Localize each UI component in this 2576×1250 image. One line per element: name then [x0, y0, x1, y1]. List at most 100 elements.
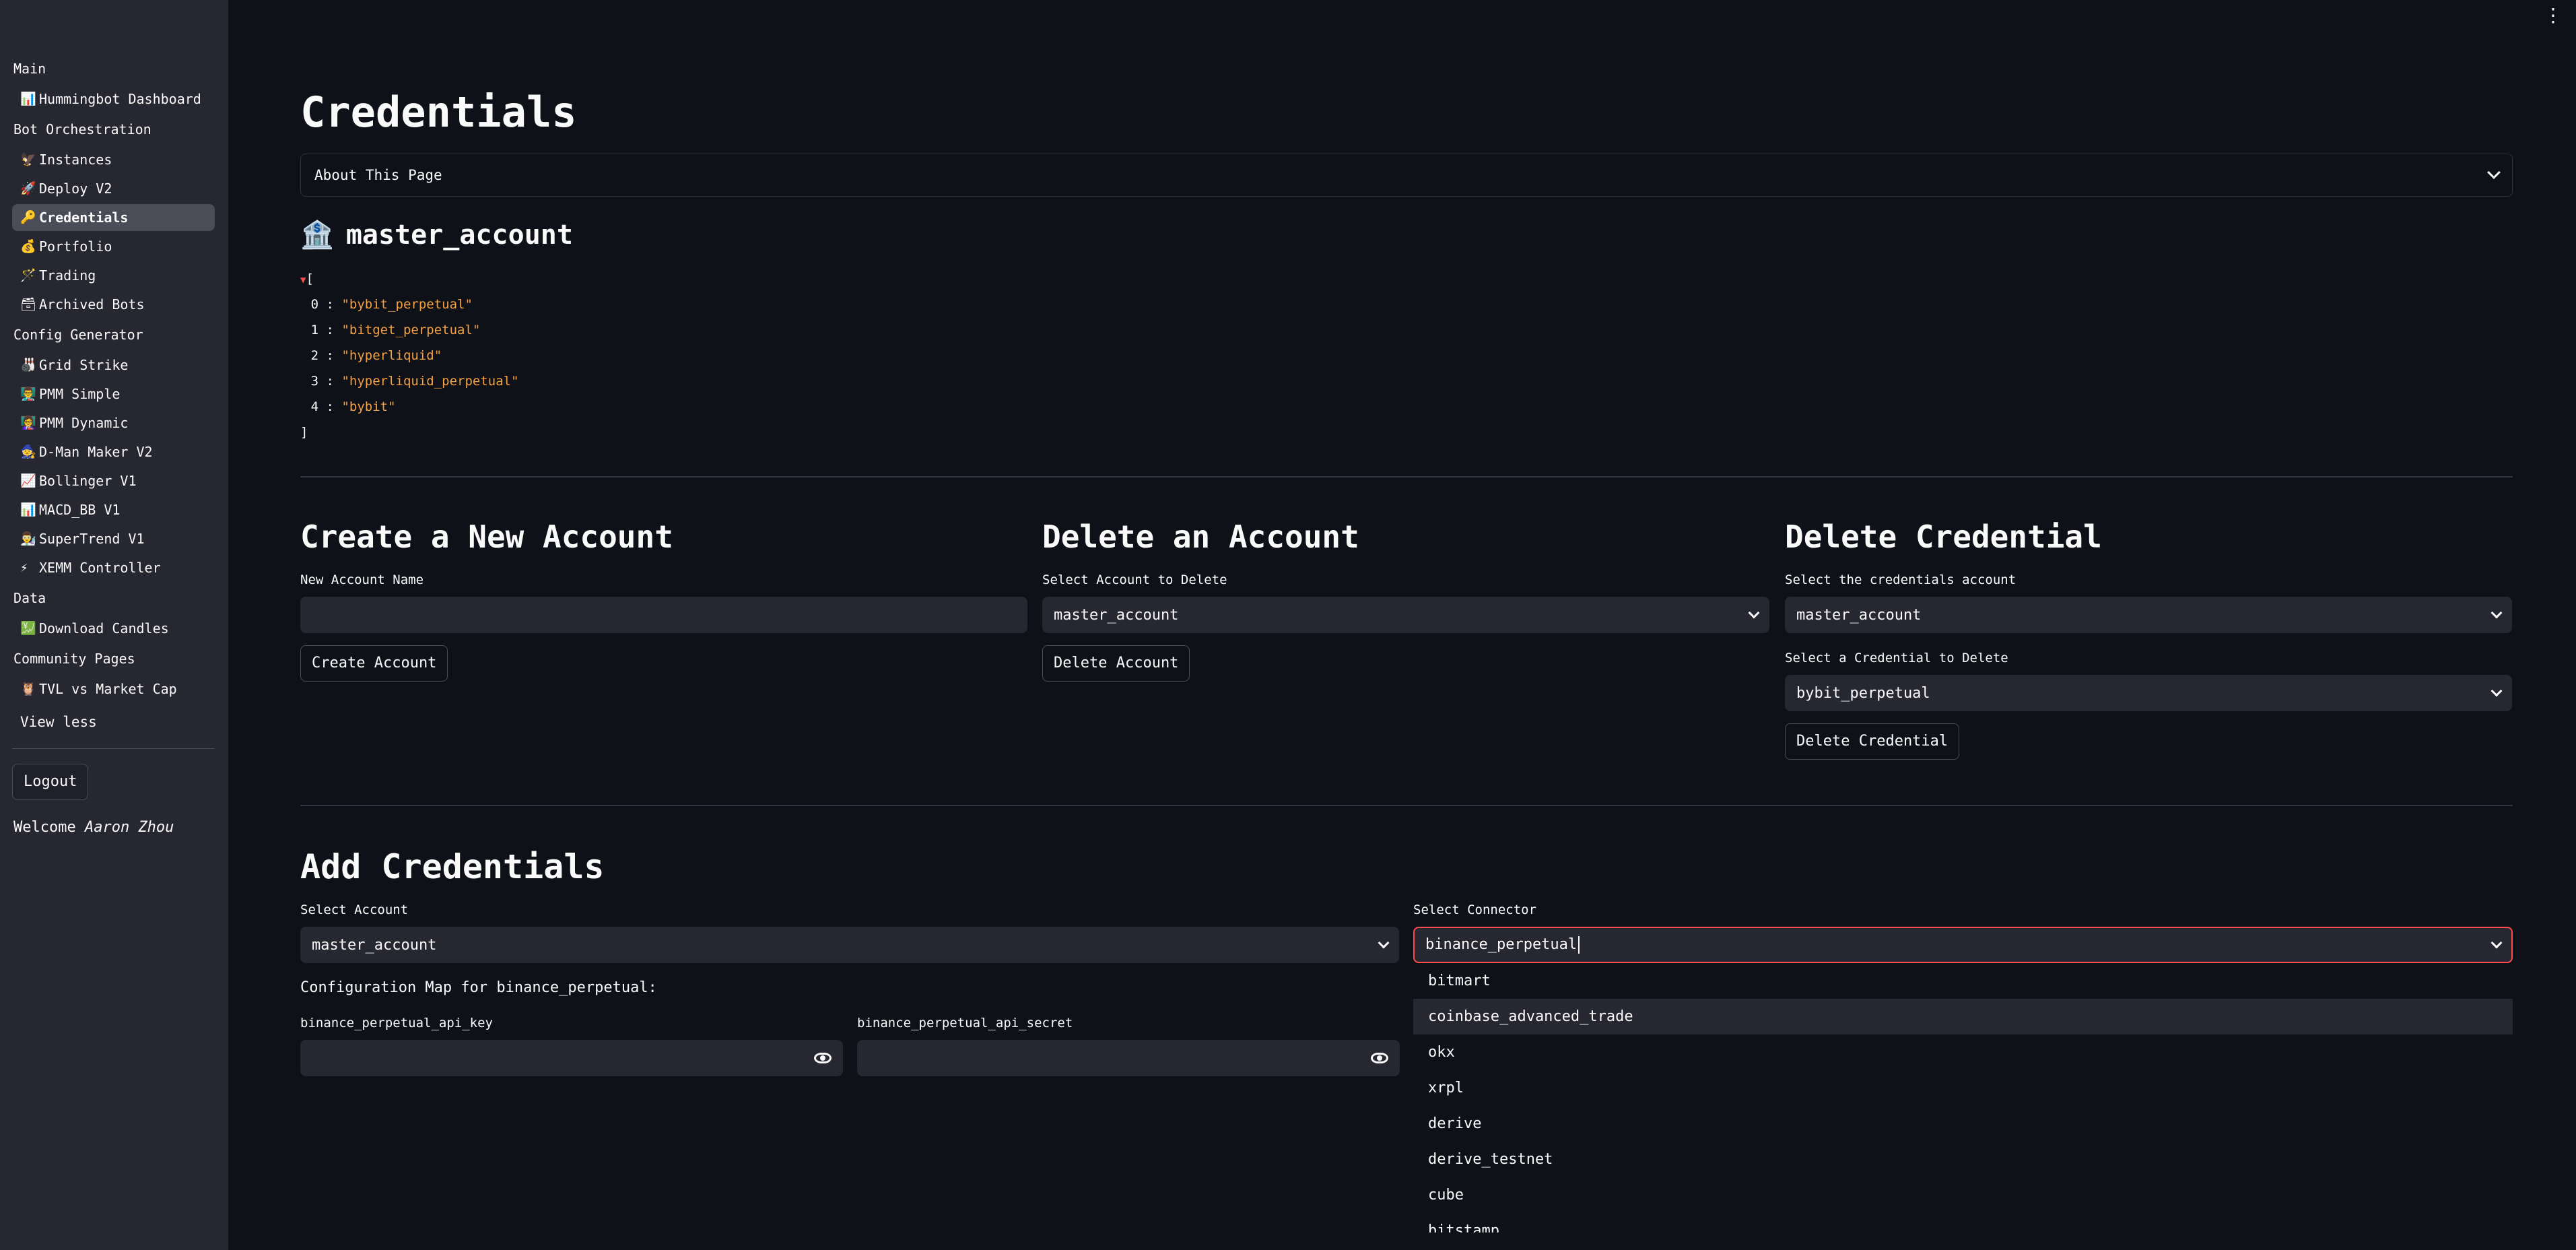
- sidebar-item-label: Grid Strike: [39, 357, 129, 373]
- sidebar-item-supertrend-v1[interactable]: 👨‍🔬 SuperTrend V1: [12, 525, 215, 552]
- dropdown-option[interactable]: cube: [1413, 1177, 2513, 1213]
- api-key-input[interactable]: [300, 1040, 843, 1076]
- sidebar-item-label: Trading: [39, 267, 96, 284]
- teacher-icon: 👩‍🏫: [20, 416, 36, 430]
- about-expander[interactable]: About This Page: [300, 154, 2513, 197]
- sidebar-item-hummingbot-dashboard[interactable]: 📊 Hummingbot Dashboard: [12, 86, 215, 112]
- sidebar-item-credentials[interactable]: 🔑 Credentials: [12, 204, 215, 231]
- delete-account-section: Delete an Account Select Account to Dele…: [1042, 519, 1769, 682]
- chart-up-icon: 📈: [20, 473, 36, 488]
- json-value: "bybit_perpetual": [341, 297, 473, 312]
- account-title: 🏦 master_account: [300, 219, 573, 251]
- sidebar-item-instances[interactable]: 🦅 Instances: [12, 146, 215, 173]
- select-connector-field: Select Connector binance_perpetual: [1413, 902, 2513, 963]
- eagle-icon: 🦅: [20, 152, 36, 167]
- create-account-button[interactable]: Create Account: [300, 645, 448, 682]
- chevron-down-icon: [2490, 937, 2503, 949]
- sidebar-item-xemm-controller[interactable]: ⚡ XEMM Controller: [12, 554, 215, 581]
- about-label: About This Page: [314, 167, 442, 183]
- sidebar-item-archived-bots[interactable]: 🗃 Archived Bots: [12, 291, 215, 318]
- sidebar-item-label: Download Candles: [39, 620, 169, 636]
- sidebar-item-label: XEMM Controller: [39, 560, 161, 576]
- delete-credential-button[interactable]: Delete Credential: [1785, 723, 1960, 760]
- sidebar-item-label: PMM Simple: [39, 386, 121, 402]
- delete-account-select[interactable]: master_account: [1042, 597, 1769, 633]
- sidebar-item-label: Hummingbot Dashboard: [39, 91, 201, 107]
- credential-delete-select[interactable]: bybit_perpetual: [1785, 675, 2512, 711]
- welcome-prefix: Welcome: [13, 819, 76, 836]
- delete-account-label: Select Account to Delete: [1042, 572, 1227, 587]
- sidebar-item-label: Portfolio: [39, 238, 112, 255]
- key-icon: 🔑: [20, 210, 36, 225]
- json-value: "hyperliquid_perpetual": [341, 374, 519, 389]
- dropdown-option[interactable]: xrpl: [1413, 1070, 2513, 1106]
- chevron-down-icon: [2490, 685, 2503, 697]
- page-title: Credentials: [300, 88, 577, 137]
- nav-section-main: Main 📊 Hummingbot Dashboard: [12, 54, 215, 112]
- select-account-select[interactable]: master_account: [300, 927, 1399, 963]
- select-account-field: Select Account master_account: [300, 902, 1399, 963]
- json-value: "bitget_perpetual": [341, 323, 481, 337]
- view-less-link[interactable]: View less: [12, 708, 215, 736]
- chart-icon: 📊: [20, 92, 36, 106]
- delete-account-value: master_account: [1054, 606, 1179, 624]
- sidebar-item-macd-bb-v1[interactable]: 📊 MACD_BB V1: [12, 496, 215, 523]
- nav-section-bot-orchestration: Bot Orchestration 🦅 Instances 🚀 Deploy V2 …: [12, 114, 215, 318]
- sidebar-item-trading[interactable]: 🪄 Trading: [12, 262, 215, 289]
- json-row: 1 : "bitget_perpetual": [300, 317, 519, 343]
- delete-credential-section: Delete Credential Select the credentials…: [1785, 519, 2512, 760]
- sidebar-item-grid-strike[interactable]: 🎳 Grid Strike: [12, 352, 215, 379]
- sidebar-item-download-candles[interactable]: 💹 Download Candles: [12, 615, 215, 642]
- text-caret: [1578, 936, 1580, 954]
- api-secret-label: binance_perpetual_api_secret: [857, 1016, 1073, 1030]
- json-index: 4 :: [310, 399, 334, 414]
- json-open[interactable]: ▼[: [300, 266, 519, 292]
- dropdown-option[interactable]: bitstamp: [1413, 1213, 2513, 1232]
- api-secret-input[interactable]: [857, 1040, 1400, 1076]
- delete-account-button[interactable]: Delete Account: [1042, 645, 1190, 682]
- dropdown-option[interactable]: derive: [1413, 1106, 2513, 1142]
- nav-section-title: Config Generator: [13, 327, 143, 343]
- connector-value-wrap: binance_perpetual: [1425, 936, 1580, 954]
- chevron-down-icon: [2487, 166, 2501, 179]
- nav-section-config-generator: Config Generator 🎳 Grid Strike 👨‍🏫 PMM Sim…: [12, 320, 215, 581]
- eye-icon[interactable]: [814, 1053, 832, 1063]
- json-row: 2 : "hyperliquid": [300, 343, 519, 368]
- json-index: 1 :: [310, 323, 334, 337]
- dropdown-option[interactable]: derive_testnet: [1413, 1142, 2513, 1177]
- json-value: "hyperliquid": [341, 348, 442, 363]
- sidebar-item-portfolio[interactable]: 💰 Portfolio: [12, 233, 215, 260]
- dropdown-option[interactable]: coinbase_advanced_trade: [1413, 999, 2513, 1034]
- sidebar-item-pmm-dynamic[interactable]: 👩‍🏫 PMM Dynamic: [12, 409, 215, 436]
- credential-delete-value: bybit_perpetual: [1796, 684, 1930, 702]
- wand-icon: 🪄: [20, 268, 36, 283]
- logout-button[interactable]: Logout: [12, 764, 89, 800]
- credentials-account-select[interactable]: master_account: [1785, 597, 2512, 633]
- chevron-down-icon: [1378, 937, 1390, 949]
- main-menu-icon[interactable]: ⋮: [2544, 4, 2563, 26]
- json-close: ]: [300, 425, 308, 440]
- grid-strike-icon: 🎳: [20, 358, 36, 372]
- json-index: 2 :: [310, 348, 334, 363]
- sidebar-item-d-man-maker-v2[interactable]: 🧙 D-Man Maker V2: [12, 438, 215, 465]
- section-divider: [300, 805, 2513, 806]
- sidebar-item-label: MACD_BB V1: [39, 502, 121, 518]
- select-connector-input[interactable]: binance_perpetual: [1413, 927, 2513, 963]
- chevron-down-icon: [1748, 607, 1760, 619]
- welcome-user: Aaron Zhou: [84, 819, 174, 836]
- sidebar-item-label: Instances: [39, 152, 112, 168]
- credential-delete-label: Select a Credential to Delete: [1785, 651, 2008, 665]
- nav-section-title: Bot Orchestration: [13, 121, 151, 137]
- dropdown-option[interactable]: okx: [1413, 1034, 2513, 1070]
- sidebar-item-pmm-simple[interactable]: 👨‍🏫 PMM Simple: [12, 381, 215, 407]
- sidebar-item-bollinger-v1[interactable]: 📈 Bollinger V1: [12, 467, 215, 494]
- money-bag-icon: 💰: [20, 239, 36, 254]
- sidebar-item-deploy-v2[interactable]: 🚀 Deploy V2: [12, 175, 215, 202]
- nav-section-title: Main: [13, 61, 46, 77]
- new-account-input[interactable]: [300, 597, 1027, 633]
- dropdown-option[interactable]: bitmart: [1413, 963, 2513, 999]
- rocket-icon: 🚀: [20, 181, 36, 196]
- credentials-json: ▼[ 0 : "bybit_perpetual" 1 : "bitget_per…: [300, 266, 519, 445]
- eye-icon[interactable]: [1371, 1053, 1388, 1063]
- sidebar-item-tvl-vs-market-cap[interactable]: 🦉 TVL vs Market Cap: [12, 676, 215, 702]
